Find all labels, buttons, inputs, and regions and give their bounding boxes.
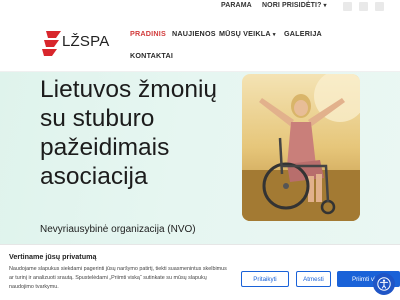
- topbar-link-parama[interactable]: PARAMA: [221, 2, 252, 9]
- logo-icon: [42, 31, 61, 56]
- cookie-description: Naudojame slapukus siekdami pagerinti jū…: [9, 266, 227, 290]
- nav-naujienos[interactable]: NAUJIENOS: [172, 29, 216, 38]
- hero-photo: [242, 74, 360, 221]
- nav-pradinis[interactable]: PRADINIS: [130, 29, 166, 38]
- site-header: LŽSPA PRADINIS NAUJIENOS MŪSŲ VEIKLA ▾ GA…: [0, 14, 400, 72]
- logo-text: LŽSPA: [62, 33, 110, 50]
- hero-subtitle: Nevyriausybinė organizacija (NVO): [40, 224, 196, 235]
- reject-button[interactable]: Atmesti: [296, 271, 331, 287]
- accessibility-icon: [377, 277, 391, 291]
- customize-button[interactable]: Pritaikyti: [241, 271, 289, 287]
- accessibility-button[interactable]: [373, 273, 395, 295]
- chevron-down-icon: ▾: [272, 32, 276, 38]
- nav-musu-veikla-label: MŪSŲ VEIKLA: [219, 29, 271, 38]
- woman-wheelchair-image: [242, 74, 360, 221]
- chevron-down-icon: ▾: [323, 3, 327, 9]
- topbar-link-label: NORI PRISIDĖTI?: [262, 2, 322, 9]
- site-logo[interactable]: LŽSPA: [42, 29, 124, 61]
- nav-musu-veikla[interactable]: MŪSŲ VEIKLA ▾: [219, 29, 276, 38]
- instagram-icon[interactable]: [359, 2, 368, 11]
- cookie-consent-banner: Vertiname jūsų privatumą Naudojame slapu…: [0, 244, 400, 300]
- topbar-link-nori-prisideti[interactable]: NORI PRISIDĖTI? ▾: [262, 2, 327, 9]
- nav-galerija[interactable]: GALERIJA: [284, 29, 322, 38]
- hero-title: Lietuvos žmonių su stuburo pažeidimais a…: [40, 76, 218, 190]
- nav-kontaktai[interactable]: KONTAKTAI: [130, 51, 173, 60]
- top-utility-bar: PARAMA NORI PRISIDĖTI? ▾: [0, 0, 400, 14]
- cookie-title: Vertiname jūsų privatumą: [9, 252, 97, 261]
- youtube-icon[interactable]: [375, 2, 384, 11]
- facebook-icon[interactable]: [343, 2, 352, 11]
